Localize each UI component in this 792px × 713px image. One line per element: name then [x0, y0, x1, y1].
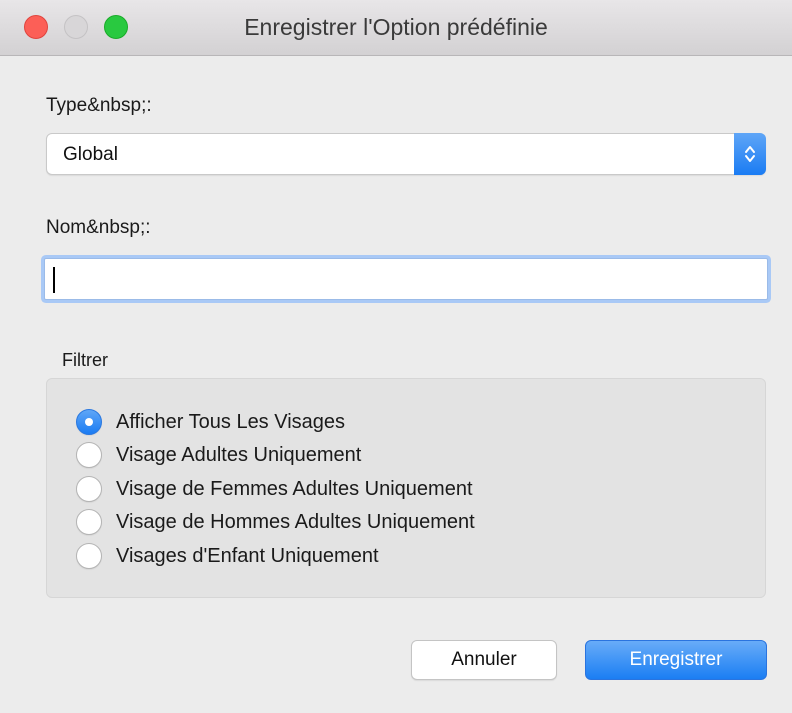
- radio-label: Visage de Femmes Adultes Uniquement: [116, 477, 473, 500]
- text-caret: [53, 267, 55, 293]
- name-input[interactable]: [45, 259, 767, 299]
- radio-option-adult-women-only[interactable]: Visage de Femmes Adultes Uniquement: [76, 474, 473, 504]
- radio-label: Visage de Hommes Adultes Uniquement: [116, 510, 475, 533]
- radio-label: Visages d'Enfant Uniquement: [116, 544, 379, 567]
- radio-option-adult-men-only[interactable]: Visage de Hommes Adultes Uniquement: [76, 507, 475, 537]
- window-title: Enregistrer l'Option prédéfinie: [244, 14, 548, 40]
- radio-button-checked[interactable]: [76, 409, 102, 435]
- name-field[interactable]: [44, 258, 768, 300]
- save-preset-dialog: Enregistrer l'Option prédéfinie Type&nbs…: [0, 0, 792, 713]
- title-bar[interactable]: Enregistrer l'Option prédéfinie: [0, 0, 792, 56]
- radio-button[interactable]: [76, 476, 102, 502]
- cancel-button[interactable]: Annuler: [411, 640, 557, 680]
- radio-option-adults-only[interactable]: Visage Adultes Uniquement: [76, 440, 361, 470]
- radio-option-all-faces[interactable]: Afficher Tous Les Visages: [76, 407, 345, 437]
- filter-group-title: Filtrer: [62, 350, 108, 370]
- radio-button[interactable]: [76, 442, 102, 468]
- radio-option-children-only[interactable]: Visages d'Enfant Uniquement: [76, 541, 379, 571]
- save-button[interactable]: Enregistrer: [585, 640, 767, 680]
- radio-label: Afficher Tous Les Visages: [116, 410, 346, 433]
- type-select[interactable]: Global: [46, 133, 766, 175]
- name-label: Nom&nbsp;:: [46, 217, 151, 238]
- radio-button[interactable]: [76, 509, 102, 535]
- up-down-chevron-icon[interactable]: [734, 133, 766, 175]
- radio-label: Visage Adultes Uniquement: [116, 443, 362, 466]
- type-select-value: Global: [63, 144, 118, 165]
- radio-button[interactable]: [76, 543, 102, 569]
- type-label: Type&nbsp;:: [46, 95, 152, 116]
